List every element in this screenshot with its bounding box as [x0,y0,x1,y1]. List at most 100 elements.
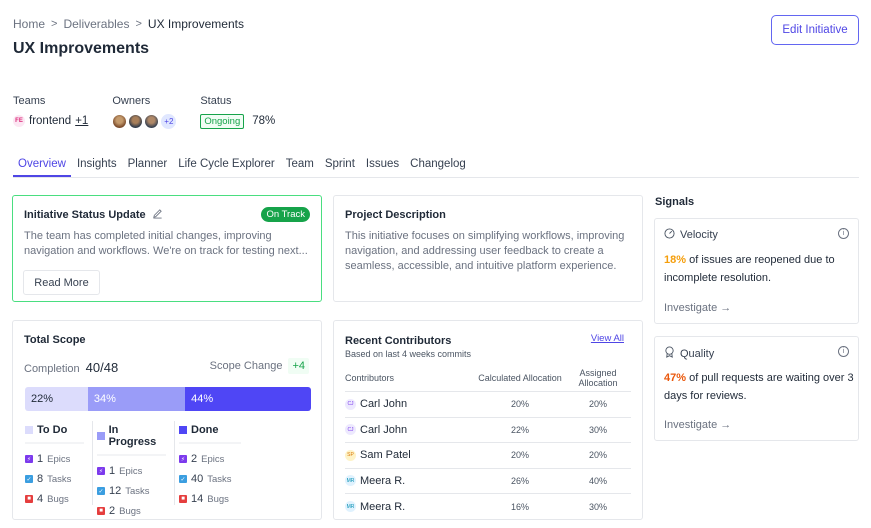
contributor-name: Sam Patel [360,449,411,462]
quality-signal-card: Quality i 47% of pull requests are waiti… [654,336,859,441]
bugs-count[interactable]: ■ 14 Bugs [179,489,241,509]
scope-column: Done ⚡ 2 Epics ✓ 40 Tasks ■ 14 Bugs [179,421,249,505]
table-row[interactable]: CJ Carl John 20% 20% [345,392,631,418]
tab-sprint[interactable]: Sprint [320,155,360,177]
project-description-text: This initiative focuses on simplifying w… [345,230,625,272]
completion-label: Completion [24,363,80,375]
breadcrumb-current: UX Improvements [147,17,244,31]
signals-title: Signals [655,196,695,208]
tab-overview[interactable]: Overview [13,155,71,177]
table-row[interactable]: SP Sam Patel 20% 20% [345,443,631,469]
contributor-name: Meera R. [360,500,406,513]
teams-more-link[interactable]: +1 [75,115,88,127]
owner-avatars[interactable]: +2 [112,112,177,130]
tab-team[interactable]: Team [281,155,319,177]
owners-label: Owners [112,95,151,107]
project-description-title: Project Description [345,209,446,221]
legend-swatch [179,426,187,434]
chevron-right-icon: > [51,18,58,30]
table-row[interactable]: MR Meera R. 26% 40% [345,469,631,494]
velocity-label: Velocity [680,229,718,241]
table-row[interactable]: MR Meera R. 16% 30% [345,494,631,520]
epics-count[interactable]: ⚡ 1 Epics [25,449,84,469]
avatar[interactable] [112,113,128,129]
calculated-allocation: 16% [510,501,529,512]
column-title: In Progress [108,424,157,448]
tab-issues[interactable]: Issues [361,155,404,177]
velocity-percent: 18% [664,254,687,266]
contributors-subtitle: Based on last 4 weeks commits [345,349,472,359]
calculated-allocation: 20% [510,399,529,410]
contributor-name: Carl John [360,398,408,411]
scope-column: To Do ⚡ 1 Epics ✓ 8 Tasks ■ 4 Bugs [25,421,93,505]
tab-planner[interactable]: Planner [123,155,173,177]
status-field: Status Ongoing 78% [200,95,275,130]
on-track-badge: On Track [261,207,310,222]
info-icon[interactable]: i [838,346,849,357]
quality-label: Quality [680,347,715,360]
task-icon: ✓ [97,487,105,495]
epics-count[interactable]: ⚡ 2 Epics [179,449,241,469]
breadcrumb-home[interactable]: Home [13,17,45,31]
pencil-icon[interactable] [152,208,163,222]
chevron-right-icon: > [135,18,142,30]
table-header: Contributors Calculated Allocation Assig… [345,364,631,392]
velocity-investigate-link[interactable]: Investigate → [664,302,731,314]
avatar: MR [345,501,356,513]
avatar[interactable] [128,113,144,129]
contributor-name: Carl John [360,423,408,436]
tasks-count[interactable]: ✓ 8 Tasks [25,469,84,489]
epics-count[interactable]: ⚡ 1 Epics [97,461,166,481]
tab-changelog[interactable]: Changelog [405,155,471,177]
table-row[interactable]: CJ Carl John 22% 30% [345,418,631,443]
breadcrumb-deliverables[interactable]: Deliverables [63,17,129,31]
owners-field: Owners +2 [112,95,177,130]
legend-swatch [25,426,33,434]
header-assigned: Assigned Allocation [578,367,618,388]
quality-text: 47% of pull requests are waiting over 3 … [664,369,854,405]
avatar: MR [345,475,356,487]
column-title: Done [191,424,219,436]
breadcrumb: Home > Deliverables > UX Improvements [13,17,244,31]
bugs-count[interactable]: ■ 4 Bugs [25,489,84,509]
bug-icon: ■ [97,507,105,515]
progress-percent: 78% [252,115,276,127]
view-all-link[interactable]: View All [591,333,624,344]
read-more-button[interactable]: Read More [23,270,100,295]
gauge-icon [664,228,675,242]
epic-icon: ⚡ [97,467,105,475]
contributor-name: Meera R. [360,474,406,487]
assigned-allocation: 40% [588,475,607,486]
total-scope-card: Total Scope Completion 40/48 Scope Chang… [12,320,322,520]
info-icon[interactable]: i [838,228,849,239]
column-title: To Do [37,424,68,436]
scope-column: In Progress ⚡ 1 Epics ✓ 12 Tasks ■ 2 Bugs [97,421,175,517]
calculated-allocation: 22% [510,424,529,435]
completion-value: 40/48 [85,360,119,375]
owners-more-badge[interactable]: +2 [161,113,177,129]
calculated-allocation: 20% [510,450,529,461]
edit-initiative-button[interactable]: Edit Initiative [771,15,859,45]
done-segment: 44% [185,387,311,411]
bug-icon: ■ [179,495,187,503]
quality-investigate-link[interactable]: Investigate → [664,419,731,431]
status-label: Status [200,95,232,107]
assigned-allocation: 20% [588,399,607,410]
team-badge: FE [13,115,25,127]
avatar: SP [345,449,356,461]
assigned-allocation: 30% [588,424,607,435]
tab-insights[interactable]: Insights [72,155,122,177]
task-icon: ✓ [179,475,187,483]
scope-progress-bar: 22% 34% 44% [25,387,311,411]
tab-life-cycle-explorer[interactable]: Life Cycle Explorer [173,155,280,177]
avatar[interactable] [144,113,160,129]
tasks-count[interactable]: ✓ 40 Tasks [179,469,241,489]
tasks-count[interactable]: ✓ 12 Tasks [97,481,166,501]
award-icon [664,346,675,361]
tab-bar: Overview Insights Planner Life Cycle Exp… [13,155,859,178]
scope-change-label: Scope Change [209,360,283,372]
task-icon: ✓ [25,475,33,483]
teams-label: Teams [13,95,46,107]
bugs-count[interactable]: ■ 2 Bugs [97,501,166,521]
team-name[interactable]: frontend [29,115,71,127]
